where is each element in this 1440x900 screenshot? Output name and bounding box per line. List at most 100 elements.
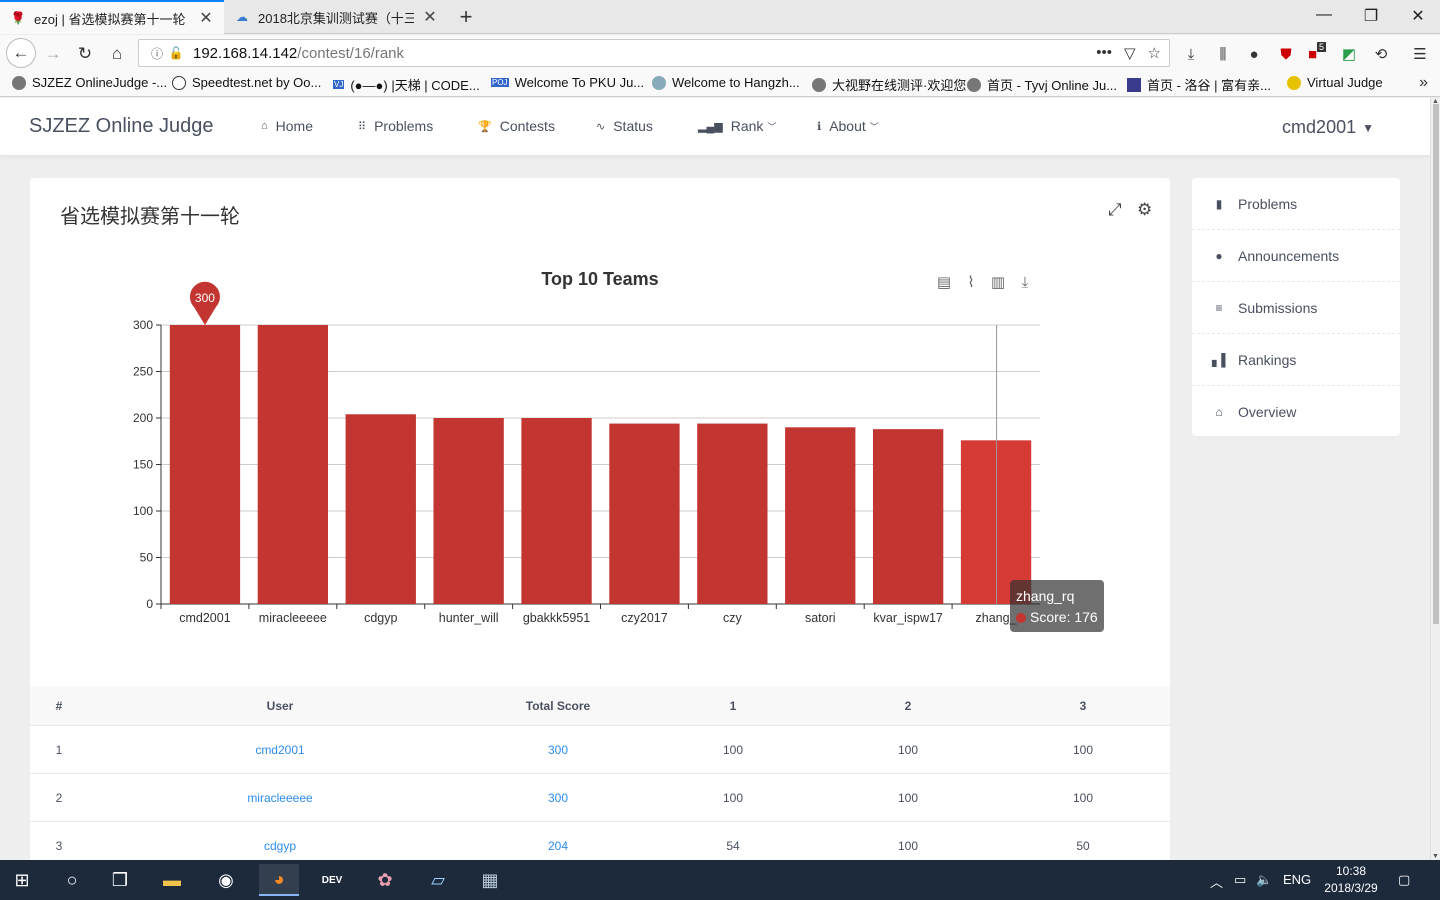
chrome-icon[interactable]: ◉ [206, 864, 246, 896]
page-scrollbar[interactable]: ▲ ▼ [1430, 98, 1440, 860]
back-button[interactable]: ← [6, 38, 36, 68]
calculator-icon[interactable]: ▦ [470, 864, 510, 896]
bookmark-lydsy[interactable]: 大视野在线测评·欢迎您 [812, 75, 966, 94]
windows-start-icon[interactable]: ⊞ [2, 864, 42, 896]
minimize-icon[interactable]: — [1314, 6, 1334, 24]
chart-bar[interactable] [257, 325, 329, 604]
bookmark-codevs[interactable]: VJ (●—●) |天梯 | CODE... [333, 75, 480, 94]
bookmark-luogu[interactable]: 首页 - 洛谷 | 富有亲... [1127, 75, 1271, 94]
extension-badge-icon[interactable]: ■ 5 [1306, 42, 1328, 65]
chart-title: Top 10 Teams [541, 269, 658, 289]
header-user[interactable]: User [170, 686, 390, 725]
bookmark-pku[interactable]: POJ Welcome To PKU Ju... [491, 75, 644, 90]
network-icon[interactable]: ▭ [1234, 872, 1246, 888]
line-chart-icon[interactable]: ⌇ [967, 274, 974, 291]
dev-cpp-icon[interactable]: DEV [312, 864, 352, 896]
sidebar-item-submissions[interactable]: ≡ Submissions [1192, 282, 1400, 334]
sidebar-item-problems[interactable]: ▮ Problems [1192, 178, 1400, 230]
extension-circle-icon[interactable]: ● [1243, 43, 1265, 65]
header-total-score[interactable]: Total Score [448, 686, 668, 725]
notifications-icon[interactable]: ▢ [1398, 872, 1410, 888]
row-user-link[interactable]: cmd2001 [170, 726, 390, 773]
save-image-icon[interactable]: ⤓ [1022, 274, 1029, 291]
restore-icon[interactable]: ❐ [1361, 6, 1381, 26]
trophy-icon: 🏆 [478, 120, 492, 133]
close-window-icon[interactable]: ✕ [1408, 6, 1428, 26]
row-total-link[interactable]: 300 [448, 774, 668, 821]
data-view-icon[interactable]: ▤ [937, 274, 951, 291]
close-tab-icon[interactable]: ✕ [422, 7, 438, 27]
file-explorer-icon[interactable]: ▬ [152, 864, 192, 896]
nav-contests[interactable]: 🏆 Contests [478, 118, 555, 134]
page-actions-icon[interactable]: ••• [1096, 44, 1112, 62]
nav-problems[interactable]: ⠿ Problems [358, 118, 433, 134]
bookmark-speedtest[interactable]: Speedtest.net by Oo... [172, 75, 321, 90]
sidebar-item-overview[interactable]: ⌂ Overview [1192, 386, 1400, 438]
header-problem-2[interactable]: 2 [818, 686, 998, 725]
menu-hamburger-icon[interactable]: ☰ [1409, 43, 1431, 65]
bookmark-star-icon[interactable]: ☆ [1148, 44, 1161, 62]
chart-bar[interactable] [872, 429, 944, 604]
volume-icon[interactable]: 🔈 [1256, 872, 1272, 888]
forward-button[interactable]: → [40, 41, 66, 67]
row-user-link[interactable]: miracleeeee [170, 774, 390, 821]
row-rank: 3 [55, 838, 63, 853]
task-view-icon[interactable]: ❒ [100, 864, 140, 896]
tab-ezoj[interactable]: 🌹 ezoj | 省选模拟赛第十一轮 ✕ [0, 0, 224, 34]
insecure-lock-icon[interactable]: 🔓 [167, 46, 185, 60]
nav-status[interactable]: ∿ Status [596, 118, 653, 134]
header-rank[interactable]: # [30, 686, 88, 725]
bookmark-sjzez[interactable]: SJZEZ OnlineJudge -... [12, 75, 167, 90]
sidebar-item-rankings[interactable]: ▖▌ Rankings [1192, 334, 1400, 386]
header-problem-3[interactable]: 3 [993, 686, 1173, 725]
chart-bar[interactable] [345, 414, 416, 604]
sidebar-item-announcements[interactable]: ● Announcements [1192, 230, 1400, 282]
app-brain-icon[interactable]: ✿ [365, 864, 405, 896]
search-circle-icon[interactable]: ○ [52, 864, 92, 896]
fullscreen-icon[interactable]: ⤢ [1108, 200, 1122, 220]
firefox-icon[interactable]: ◕ [259, 864, 299, 896]
bookmark-hdu[interactable]: Welcome to Hangzh... [652, 75, 800, 90]
pocket-icon[interactable]: ▽ [1124, 44, 1136, 62]
address-bar[interactable]: ⓘ 🔓 192.168.14.142 /contest/16/rank ••• … [138, 39, 1170, 67]
chart-bar[interactable] [697, 423, 768, 604]
row-total-link[interactable]: 300 [448, 726, 668, 773]
history-icon[interactable]: ⟲ [1370, 43, 1392, 65]
nav-rank[interactable]: ▂▄▆ Rank ﹀ [698, 118, 776, 134]
new-tab-button[interactable]: + [454, 4, 478, 30]
chart-bar[interactable] [785, 427, 856, 604]
info-icon[interactable]: ⓘ [147, 45, 167, 62]
chart-bar[interactable] [433, 418, 504, 604]
library-icon[interactable]: ⫼ [1212, 43, 1234, 65]
chart-bar[interactable] [609, 423, 680, 604]
bar-chart-icon[interactable]: ▥ [991, 274, 1005, 291]
scroll-down-icon[interactable]: ▼ [1432, 853, 1439, 860]
chart-bar[interactable] [521, 418, 592, 604]
nav-about[interactable]: ℹ About ﹀ [817, 118, 879, 134]
user-dropdown[interactable]: cmd2001 ▼ [1282, 117, 1374, 138]
bookmark-vjudge[interactable]: Virtual Judge [1287, 75, 1383, 90]
tab-beijing-contest[interactable]: ☁ 2018北京集训测试赛（十三） ✕ [224, 0, 448, 34]
input-language[interactable]: ENG [1283, 872, 1311, 887]
home-button[interactable]: ⌂ [104, 41, 130, 67]
more-bookmarks-icon[interactable]: » [1419, 74, 1428, 92]
nav-home[interactable]: ⌂ Home [261, 118, 313, 134]
ublock-icon[interactable]: ⛊ [1275, 43, 1297, 65]
chart-bar[interactable] [169, 325, 241, 604]
extension-s-icon[interactable]: ◩ [1338, 43, 1360, 65]
notepad-icon[interactable]: ▱ [418, 864, 458, 896]
row-total-link[interactable]: 204 [448, 822, 668, 860]
site-brand[interactable]: SJZEZ Online Judge [29, 115, 214, 138]
header-problem-1[interactable]: 1 [643, 686, 823, 725]
settings-gear-icon[interactable]: ⚙ [1137, 200, 1152, 220]
bookmark-tyvj[interactable]: 首页 - Tyvj Online Ju... [967, 75, 1117, 94]
caret-down-icon: ▼ [1362, 120, 1374, 135]
close-tab-icon[interactable]: ✕ [198, 8, 214, 28]
tray-chevron-icon[interactable]: ︿ [1210, 872, 1223, 891]
reload-button[interactable]: ↻ [72, 41, 98, 67]
download-icon[interactable]: ⤓ [1180, 43, 1202, 65]
row-score-p1: 100 [722, 742, 744, 757]
clock[interactable]: 10:38 2018/3/29 [1316, 863, 1386, 897]
row-user-link[interactable]: cdgyp [170, 822, 390, 860]
scrollbar-thumb[interactable] [1433, 104, 1439, 624]
